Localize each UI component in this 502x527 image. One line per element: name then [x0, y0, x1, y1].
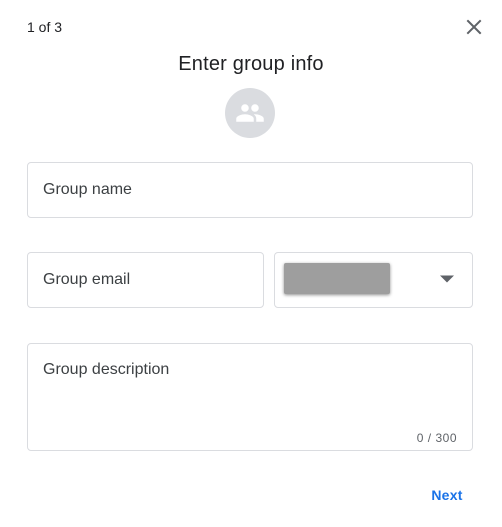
group-avatar — [225, 88, 275, 138]
step-indicator: 1 of 3 — [27, 19, 63, 35]
close-icon — [466, 19, 482, 35]
group-description-field[interactable]: 0 / 300 — [27, 343, 473, 451]
group-name-field[interactable] — [27, 162, 473, 218]
create-group-dialog: 1 of 3 Enter group info 0 / 300 Next — [0, 0, 502, 527]
group-email-input[interactable] — [28, 253, 263, 307]
next-button[interactable]: Next — [417, 479, 477, 511]
close-button[interactable] — [461, 14, 487, 40]
group-name-input[interactable] — [28, 163, 472, 217]
chevron-down-icon — [440, 275, 454, 283]
group-icon — [236, 104, 264, 122]
group-email-field[interactable] — [27, 252, 264, 308]
dialog-title: Enter group info — [178, 53, 324, 75]
domain-select[interactable] — [274, 252, 473, 308]
domain-value-redacted — [284, 263, 390, 294]
group-description-input[interactable] — [28, 344, 472, 450]
character-counter: 0 / 300 — [416, 431, 457, 445]
